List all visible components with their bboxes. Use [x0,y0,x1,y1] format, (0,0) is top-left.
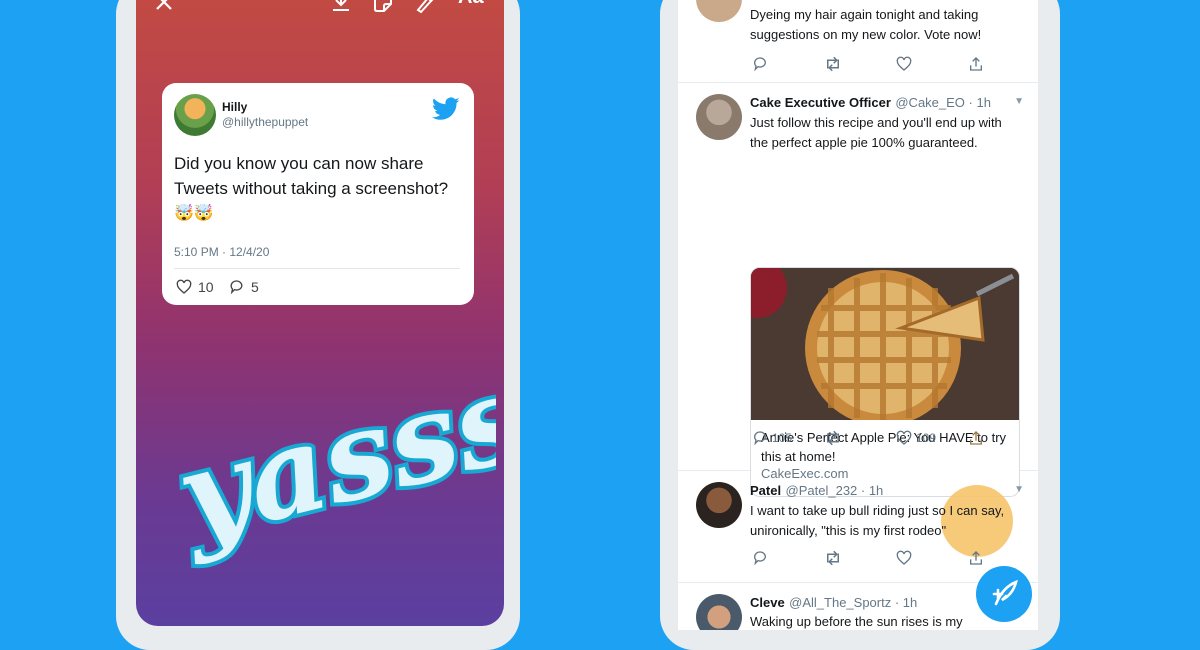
avatar [174,94,216,136]
tweet-text-line: Did you know you can now share [174,154,424,173]
reply-icon[interactable] [752,550,768,566]
avatar [696,594,742,630]
chevron-down-icon[interactable]: ▼ [1014,484,1024,495]
tweet-actions: 105 109 [678,430,1038,448]
author-name: Hilly [222,100,248,114]
avatar [696,482,742,528]
shared-tweet-card: Hilly @hillythepuppet Did you know you c… [162,83,474,305]
tweet-item[interactable]: Cake Executive Officer @Cake_EO · 1h ▼ J… [678,82,1038,557]
retweet-icon[interactable] [824,56,842,72]
retweet-icon[interactable] [824,550,842,566]
author-handle: @All_The_Sportz · 1h [789,595,918,610]
tweet-text-line: Dyeing my hair again tonight and taking [750,7,979,22]
reply-icon[interactable] [752,56,768,72]
reply-icon [230,280,243,295]
reply-count: 5 [228,279,259,295]
link-card[interactable]: Annie's Perfect Apple Pie: You HAVE to t… [750,267,1020,497]
author-name: Cake Executive Officer [750,95,891,110]
apple-pie-image [751,268,1019,420]
tweet-text: Did you know you can now share Tweets wi… [174,151,464,201]
reply-icon [754,431,767,446]
compose-feather-icon [992,579,1018,606]
avatar [696,0,742,22]
story-toolbar: Aa [136,0,504,22]
draw-icon[interactable] [414,0,436,14]
retweet-icon[interactable] [824,430,842,446]
author-handle: @Patel_232 · 1h [785,483,884,498]
avatar [696,94,742,140]
timestamp: 5:10 PM · 12/4/20 [174,245,270,259]
tweet-text: I want to take up bull riding just so I … [750,503,1005,538]
sticker-icon[interactable] [372,0,394,14]
share-icon[interactable] [968,56,984,72]
reply-count: 105 [772,431,793,445]
heart-icon[interactable] [896,56,912,72]
tweet-item[interactable]: Dyeing my hair again tonight and taking … [678,0,1038,83]
author-name: Patel [750,483,782,498]
text-tool-button[interactable]: Aa [458,0,484,9]
like-count-value: 10 [198,279,214,295]
heart-icon [176,279,192,294]
reply-button[interactable]: 105 [752,430,792,446]
share-icon[interactable] [968,550,984,566]
sticker-text: yasss [161,347,496,569]
author-handle: @Cake_EO · 1h [895,95,991,110]
close-icon[interactable] [154,0,174,12]
tweet-header: Cake Executive Officer @Cake_EO · 1h [750,94,991,112]
tweet-header: Patel @Patel_232 · 1h [750,482,883,500]
reply-count-value: 5 [251,279,259,295]
compose-tweet-button[interactable] [976,566,1032,622]
timeline-feed: Dyeing my hair again tonight and taking … [678,0,1038,630]
like-count: 109 [916,431,937,445]
chevron-down-icon[interactable]: ▼ [1014,96,1024,107]
tweet-header: Cleve @All_The_Sportz · 1h [750,594,917,612]
like-count: 10 [176,279,214,295]
divider [174,268,460,269]
tweet-text: Dyeing my hair again tonight and taking … [750,5,1020,44]
share-icon[interactable] [968,430,984,446]
heart-icon[interactable] [896,550,912,566]
story-editor: Aa Hilly @hillythepuppet Did you know yo… [136,0,504,626]
tweet-text: Just follow this recipe and you'll end u… [750,115,1002,150]
author-handle: @hillythepuppet [222,115,309,129]
tweet-actions [678,56,1038,74]
like-button[interactable]: 109 [896,430,936,446]
tweet-text-line: suggestions on my new color. Vote now! [750,26,982,42]
heart-icon [896,430,912,445]
author-name: Cleve [750,595,785,610]
twitter-bird-icon [431,97,460,126]
yasss-sticker[interactable]: yasss [156,340,496,570]
download-icon[interactable] [330,0,352,14]
emoji: 🤯🤯 [174,205,214,222]
tweet-text-line: Tweets without taking a screenshot? [174,179,449,198]
